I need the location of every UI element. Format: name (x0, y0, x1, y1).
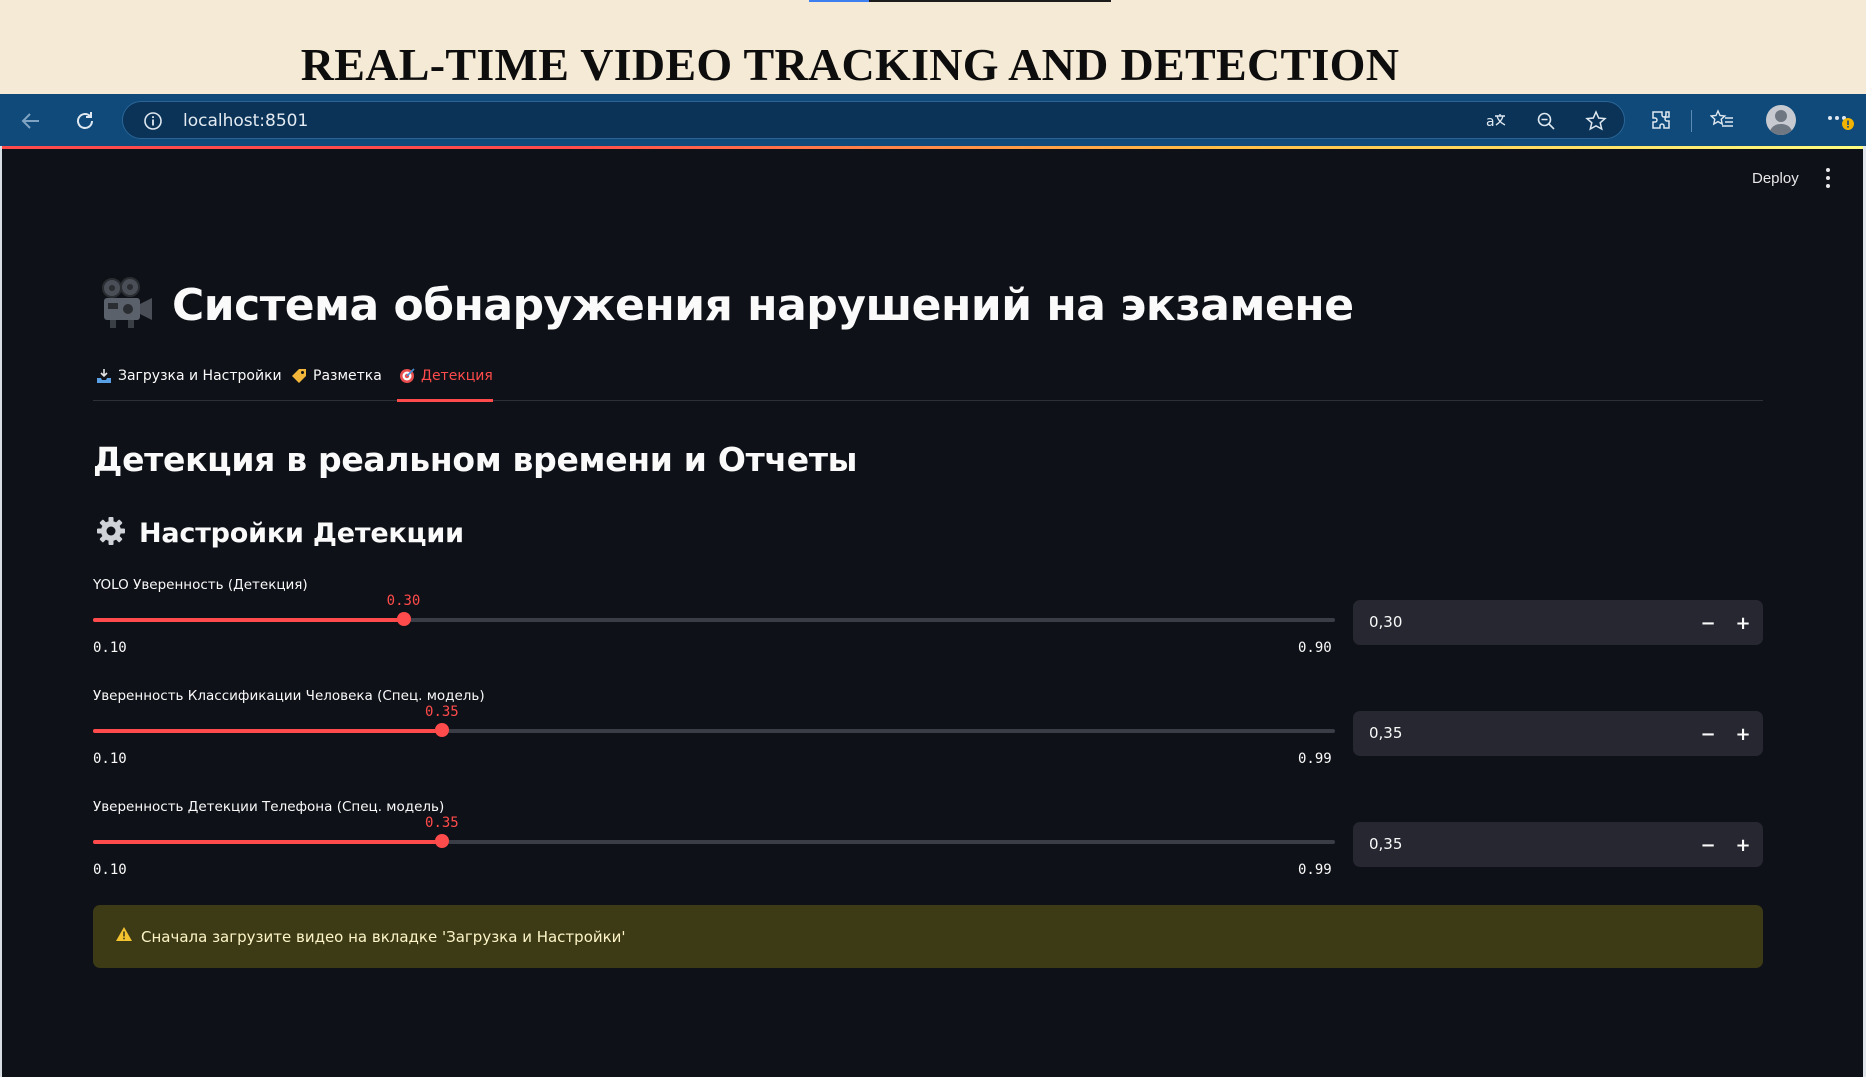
app-status-bar (2, 146, 1863, 149)
settings-heading: Настройки Детекции (96, 516, 464, 551)
svg-text:a: a (1486, 114, 1495, 130)
tab-upload-settings[interactable]: Загрузка и Настройки (96, 358, 282, 401)
deploy-button[interactable]: Deploy (1752, 170, 1799, 187)
slider-person-classification: Уверенность Классификации Человека (Спец… (93, 688, 1763, 788)
tab-markup[interactable]: Разметка (291, 358, 382, 401)
slider-label: YOLO Уверенность (Детекция) (93, 577, 308, 593)
banner-title: REAL-TIME VIDEO TRACKING AND DETECTION (300, 39, 1400, 90)
main-menu-icon[interactable] (1820, 166, 1836, 190)
gear-icon (96, 516, 126, 551)
reload-icon[interactable] (68, 104, 102, 138)
favorites-icon[interactable] (1707, 106, 1737, 134)
target-icon (399, 368, 415, 384)
slider-min: 0.10 (93, 862, 127, 878)
section-title: Детекция в реальном времени и Отчеты (93, 440, 858, 479)
slider-fill (93, 840, 442, 844)
slider-thumb[interactable] (434, 834, 449, 848)
slider-value: 0.35 (425, 815, 459, 831)
slider-phone-detection: Уверенность Детекции Телефона (Спец. мод… (93, 799, 1763, 899)
slider-track[interactable]: 0.35 (93, 815, 1335, 848)
number-input[interactable]: 0,35 − + (1353, 822, 1763, 867)
tab-bar: Загрузка и Настройки Разметка Детекция (93, 358, 1763, 402)
tab-label: Загрузка и Настройки (118, 368, 282, 384)
decrement-button[interactable]: − (1693, 830, 1723, 860)
slider-thumb[interactable] (396, 612, 411, 626)
slider-track[interactable]: 0.35 (93, 704, 1335, 737)
translate-icon[interactable]: a (1484, 110, 1508, 132)
extensions-icon[interactable] (1646, 106, 1676, 134)
slider-min: 0.10 (93, 751, 127, 767)
settings-heading-text: Настройки Детекции (139, 518, 464, 549)
slider-thumb[interactable] (434, 723, 449, 737)
increment-button[interactable]: + (1728, 719, 1758, 749)
number-input[interactable]: 0,30 − + (1353, 600, 1763, 645)
streamlit-app: Deploy Система обнаружения нарушений на … (0, 146, 1866, 1077)
slider-label: Уверенность Детекции Телефона (Спец. мод… (93, 799, 445, 815)
slider-value: 0.30 (386, 593, 421, 609)
banner-divider-accent (809, 0, 869, 2)
url-text[interactable]: localhost:8501 (183, 111, 308, 131)
profile-icon[interactable] (1766, 105, 1796, 135)
page-title-text: Система обнаружения нарушений на экзамен… (172, 280, 1354, 331)
inbox-tray-icon (96, 368, 112, 384)
toolbar-divider (1691, 110, 1692, 132)
movie-camera-icon (98, 276, 156, 335)
decrement-button[interactable]: − (1693, 719, 1723, 749)
warning-text: Сначала загрузите видео на вкладке 'Загр… (141, 927, 626, 946)
more-icon[interactable] (1826, 106, 1856, 134)
increment-button[interactable]: + (1728, 608, 1758, 638)
tab-detection[interactable]: Детекция (397, 358, 493, 402)
slider-yolo-confidence: YOLO Уверенность (Детекция) 0.30 0.10 0.… (93, 577, 1763, 677)
number-input-value[interactable]: 0,35 (1369, 724, 1402, 742)
slider-value: 0.35 (425, 704, 459, 720)
slide-banner: REAL-TIME VIDEO TRACKING AND DETECTION (0, 0, 1866, 94)
increment-button[interactable]: + (1728, 830, 1758, 860)
decrement-button[interactable]: − (1693, 608, 1723, 638)
slider-max: 0.90 (1298, 640, 1332, 656)
slider-fill (93, 729, 442, 733)
zoom-out-icon[interactable] (1534, 110, 1558, 132)
browser-toolbar: localhost:8501 a (0, 94, 1866, 146)
tab-label: Разметка (313, 368, 382, 384)
slider-label: Уверенность Классификации Человека (Спец… (93, 688, 485, 704)
warning-alert: Сначала загрузите видео на вкладке 'Загр… (93, 905, 1763, 968)
slider-max: 0.99 (1298, 862, 1332, 878)
page-title: Система обнаружения нарушений на экзамен… (98, 276, 1354, 335)
back-icon[interactable] (14, 104, 48, 138)
slider-fill (93, 618, 404, 622)
label-tag-icon (291, 368, 307, 384)
warning-icon (115, 926, 133, 947)
number-input-value[interactable]: 0,35 (1369, 835, 1402, 853)
star-icon[interactable] (1584, 110, 1608, 132)
slider-min: 0.10 (93, 640, 127, 656)
slider-max: 0.99 (1298, 751, 1332, 767)
number-input[interactable]: 0,35 − + (1353, 711, 1763, 756)
slider-track[interactable]: 0.30 (93, 593, 1335, 626)
number-input-value[interactable]: 0,30 (1369, 613, 1402, 631)
address-bar[interactable]: localhost:8501 a (122, 101, 1625, 139)
tab-label: Детекция (421, 368, 493, 384)
info-icon[interactable] (143, 111, 163, 136)
